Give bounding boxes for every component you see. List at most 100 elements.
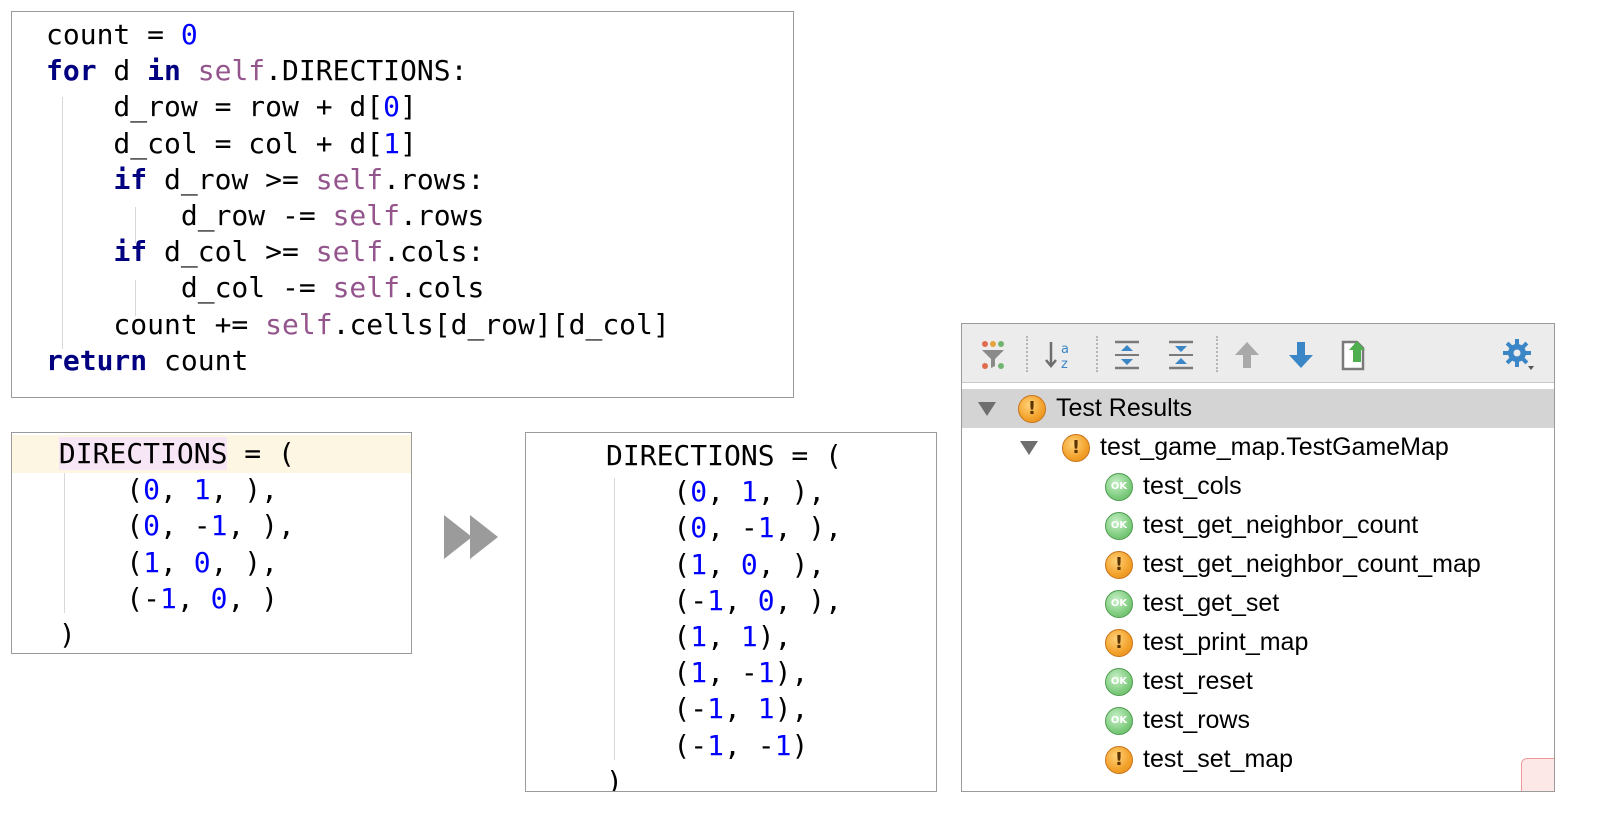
toolbar-separator xyxy=(1026,336,1028,372)
code-token: 1 xyxy=(210,509,228,543)
code-line: (1, 0, ), xyxy=(42,544,411,581)
code-token: count = xyxy=(46,18,181,51)
code-line: d_row -= self.rows xyxy=(46,197,793,234)
expand-triangle-icon[interactable] xyxy=(978,401,996,416)
tree-node-label: test_game_map.TestGameMap xyxy=(1100,433,1449,461)
collapse-all-icon[interactable] xyxy=(1164,338,1198,372)
code-editor-directions-before: DIRECTIONS = ( (0, 1, ), (0, -1, ), (1, … xyxy=(11,432,412,654)
code-token: .cols: xyxy=(383,235,485,269)
expand-all-icon[interactable] xyxy=(1110,338,1144,372)
code-line: (0, 1, ), xyxy=(42,471,411,508)
test-row[interactable]: ! test_set_map xyxy=(962,740,1554,779)
code-token: , xyxy=(160,545,194,579)
sort-alpha-icon[interactable]: a z xyxy=(1042,338,1076,372)
code-token: self xyxy=(332,199,401,232)
code-token: (- xyxy=(42,581,161,615)
svg-text:a: a xyxy=(1061,342,1069,357)
code-token: , xyxy=(176,581,211,615)
code-line: ) xyxy=(606,763,936,791)
code-token: .rows xyxy=(400,199,485,232)
code-token: DIRECTIONS = ( xyxy=(606,439,843,472)
code-token: ), xyxy=(774,656,809,690)
expand-triangle-icon[interactable] xyxy=(1020,440,1038,455)
code-token: = ( xyxy=(227,437,295,470)
code-token: d xyxy=(96,54,148,88)
test-name: test_cols xyxy=(1143,472,1242,500)
filter-icon[interactable] xyxy=(976,338,1010,372)
code-line: DIRECTIONS = ( xyxy=(606,437,936,474)
code-editor-directions-after: DIRECTIONS = ( (0, 1, ), (0, -1, ), (1, … xyxy=(525,432,937,792)
code-token: , - xyxy=(160,509,211,543)
code-line: if d_row >= self.rows: xyxy=(46,161,793,198)
warning-icon: ! xyxy=(1105,550,1133,579)
code-token: , xyxy=(707,620,741,653)
code-token: 0 xyxy=(143,473,161,507)
fast-forward-arrow-icon xyxy=(444,515,498,559)
test-row[interactable]: OK test_get_neighbor_count xyxy=(962,506,1554,545)
code-token: (- xyxy=(606,728,708,762)
code-token: , ), xyxy=(774,511,843,545)
code-line: count = 0 xyxy=(46,16,793,53)
test-name: test_set_map xyxy=(1143,745,1294,773)
passed-icon: OK xyxy=(1105,589,1133,618)
code-token: self xyxy=(265,307,333,341)
code-line: (1, -1), xyxy=(606,654,936,691)
test-row[interactable]: OK test_cols xyxy=(962,467,1554,506)
warning-icon: ! xyxy=(1105,745,1133,774)
code-token: ( xyxy=(606,620,691,653)
test-name: test_get_neighbor_count_map xyxy=(1143,550,1481,578)
tree-node-test-results[interactable]: ! Test Results xyxy=(962,389,1554,428)
code-token: 0 xyxy=(180,18,198,51)
test-row[interactable]: ! test_get_neighbor_count_map xyxy=(962,545,1554,584)
test-results-toolbar: a z xyxy=(962,324,1554,383)
code-line: d_col -= self.cols xyxy=(46,269,793,306)
code-token: 0 xyxy=(690,511,708,545)
code-line: (1, 0, ), xyxy=(606,546,936,583)
code-token: self xyxy=(332,271,401,305)
code-lines: DIRECTIONS = ( (0, 1, ), (0, -1, ), (1, … xyxy=(42,435,411,653)
export-icon[interactable] xyxy=(1338,338,1372,372)
tree-node-label: Test Results xyxy=(1056,394,1193,422)
code-token: count xyxy=(147,343,249,377)
next-failed-icon[interactable] xyxy=(1284,338,1318,372)
code-line: d_row = row + d[0] xyxy=(46,88,793,125)
code-token: , xyxy=(724,583,758,617)
code-token: , ), xyxy=(210,545,279,579)
code-lines: DIRECTIONS = ( (0, 1, ), (0, -1, ), (1, … xyxy=(606,437,936,791)
code-editor-main: count = 0 for d in self.DIRECTIONS: d_row… xyxy=(11,11,794,398)
passed-icon: OK xyxy=(1105,472,1133,501)
code-token: 1 xyxy=(690,656,708,690)
warning-icon: ! xyxy=(1062,433,1090,462)
code-token: .cells[d_row][d_col] xyxy=(332,307,670,341)
test-name: test_get_neighbor_count xyxy=(1143,511,1419,539)
test-name: test_rows xyxy=(1143,706,1250,734)
code-token: count += xyxy=(46,307,266,341)
test-row[interactable]: ! test_print_map xyxy=(962,623,1554,662)
code-line: d_col = col + d[1] xyxy=(46,125,793,162)
previous-failed-icon[interactable] xyxy=(1230,338,1264,372)
test-row[interactable]: OK test_get_set xyxy=(962,584,1554,623)
code-token: 1 xyxy=(757,656,775,690)
tree-node-suite[interactable]: ! test_game_map.TestGameMap xyxy=(962,428,1554,467)
code-token: 1 xyxy=(160,581,177,615)
code-token: , xyxy=(707,475,741,509)
test-row[interactable]: OK test_rows xyxy=(962,701,1554,740)
test-name: test_reset xyxy=(1143,667,1253,695)
code-line: count += self.cells[d_row][d_col] xyxy=(46,306,793,343)
code-line: if d_col >= self.cols: xyxy=(46,233,793,270)
test-row[interactable]: OK test_reset xyxy=(962,662,1554,701)
code-line: return count xyxy=(46,342,793,379)
code-token: 1 xyxy=(383,126,401,160)
code-token: ] xyxy=(400,90,417,124)
code-token: 1 xyxy=(143,545,161,579)
settings-gear-icon[interactable] xyxy=(1502,338,1536,372)
toolbar-separator xyxy=(1096,336,1098,372)
code-lines: count = 0 for d in self.DIRECTIONS: d_row… xyxy=(46,16,793,397)
code-token: ( xyxy=(606,656,691,690)
code-token: 1 xyxy=(757,692,775,726)
code-token: , ), xyxy=(757,547,826,581)
code-token: 0 xyxy=(690,475,708,509)
code-token: ( xyxy=(606,547,691,581)
